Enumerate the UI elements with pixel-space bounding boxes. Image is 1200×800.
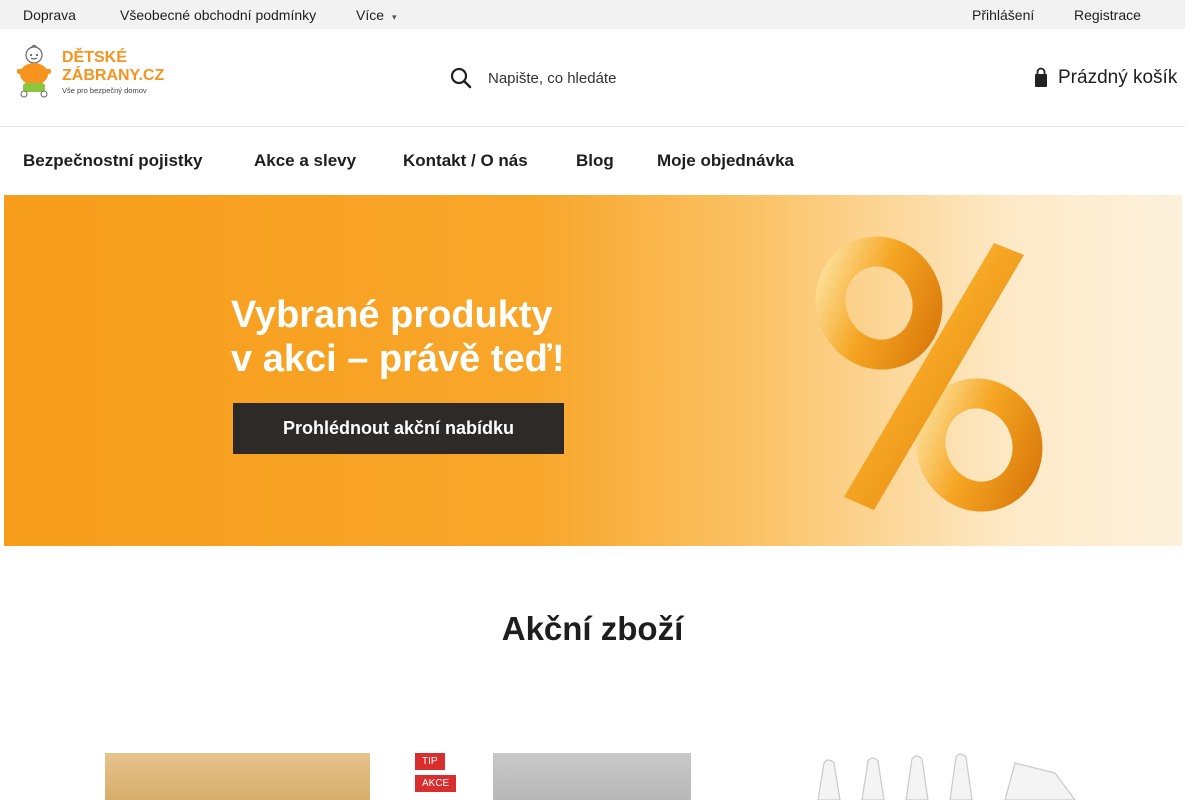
percent-sign-graphic	[815, 236, 1043, 512]
logo-tagline: Vše pro bezpečný domov	[62, 86, 147, 95]
product-image-3[interactable]	[810, 753, 1078, 800]
search-icon	[450, 67, 472, 89]
nav-item-blog[interactable]: Blog	[576, 151, 614, 171]
search-trigger[interactable]: Napište, co hledáte	[450, 63, 616, 93]
cart-button[interactable]: Prázdný košík	[1034, 63, 1177, 93]
nav-item-sales[interactable]: Akce a slevy	[254, 151, 356, 171]
nav-item-my-order[interactable]: Moje objednávka	[657, 151, 794, 171]
promo-banner[interactable]: Vybrané produkty v akci – právě teď! Pro…	[4, 195, 1182, 546]
clips-product-graphic	[817, 753, 1076, 800]
top-utility-bar: Doprava Všeobecné obchodní podmínky Více…	[0, 0, 1185, 29]
product-image-2[interactable]	[493, 753, 691, 800]
site-header: DĚTSKÉ ZÁBRANY.CZ Vše pro bezpečný domov…	[0, 29, 1185, 127]
login-link[interactable]: Přihlášení	[972, 7, 1034, 23]
site-logo[interactable]: DĚTSKÉ ZÁBRANY.CZ Vše pro bezpečný domov	[12, 43, 172, 99]
nav-item-safety-locks[interactable]: Bezpečnostní pojistky	[23, 151, 202, 171]
badge-akce: AKCE	[415, 775, 457, 792]
banner-cta-button[interactable]: Prohlédnout akční nabídku	[233, 403, 564, 454]
topbar-link-doprava[interactable]: Doprava	[23, 7, 76, 23]
search-placeholder: Napište, co hledáte	[488, 69, 617, 87]
logo-text-line2: ZÁBRANY.CZ	[62, 65, 164, 84]
chevron-down-icon: ▾	[392, 12, 397, 22]
logo-text-line1: DĚTSKÉ	[62, 47, 127, 66]
register-link[interactable]: Registrace	[1074, 7, 1141, 23]
more-label: Více	[356, 7, 385, 23]
main-navigation: Bezpečnostní pojistky Akce a slevy Konta…	[0, 127, 1185, 195]
section-title-sale-products: Akční zboží	[501, 610, 684, 647]
topbar-link-terms[interactable]: Všeobecné obchodní podmínky	[120, 7, 316, 23]
nav-item-contact[interactable]: Kontakt / O nás	[403, 151, 528, 171]
cart-label: Prázdný košík	[1058, 67, 1178, 88]
badge-tip: TIP	[415, 753, 445, 770]
product-image-1[interactable]	[105, 753, 370, 800]
banner-headline: Vybrané produkty v akci – právě teď!	[231, 294, 565, 380]
shopping-bag-icon	[1035, 67, 1047, 87]
topbar-more-menu[interactable]: Více ▾	[356, 7, 397, 23]
logo-mark: DĚTSKÉ ZÁBRANY.CZ Vše pro bezpečný domov	[17, 44, 164, 98]
